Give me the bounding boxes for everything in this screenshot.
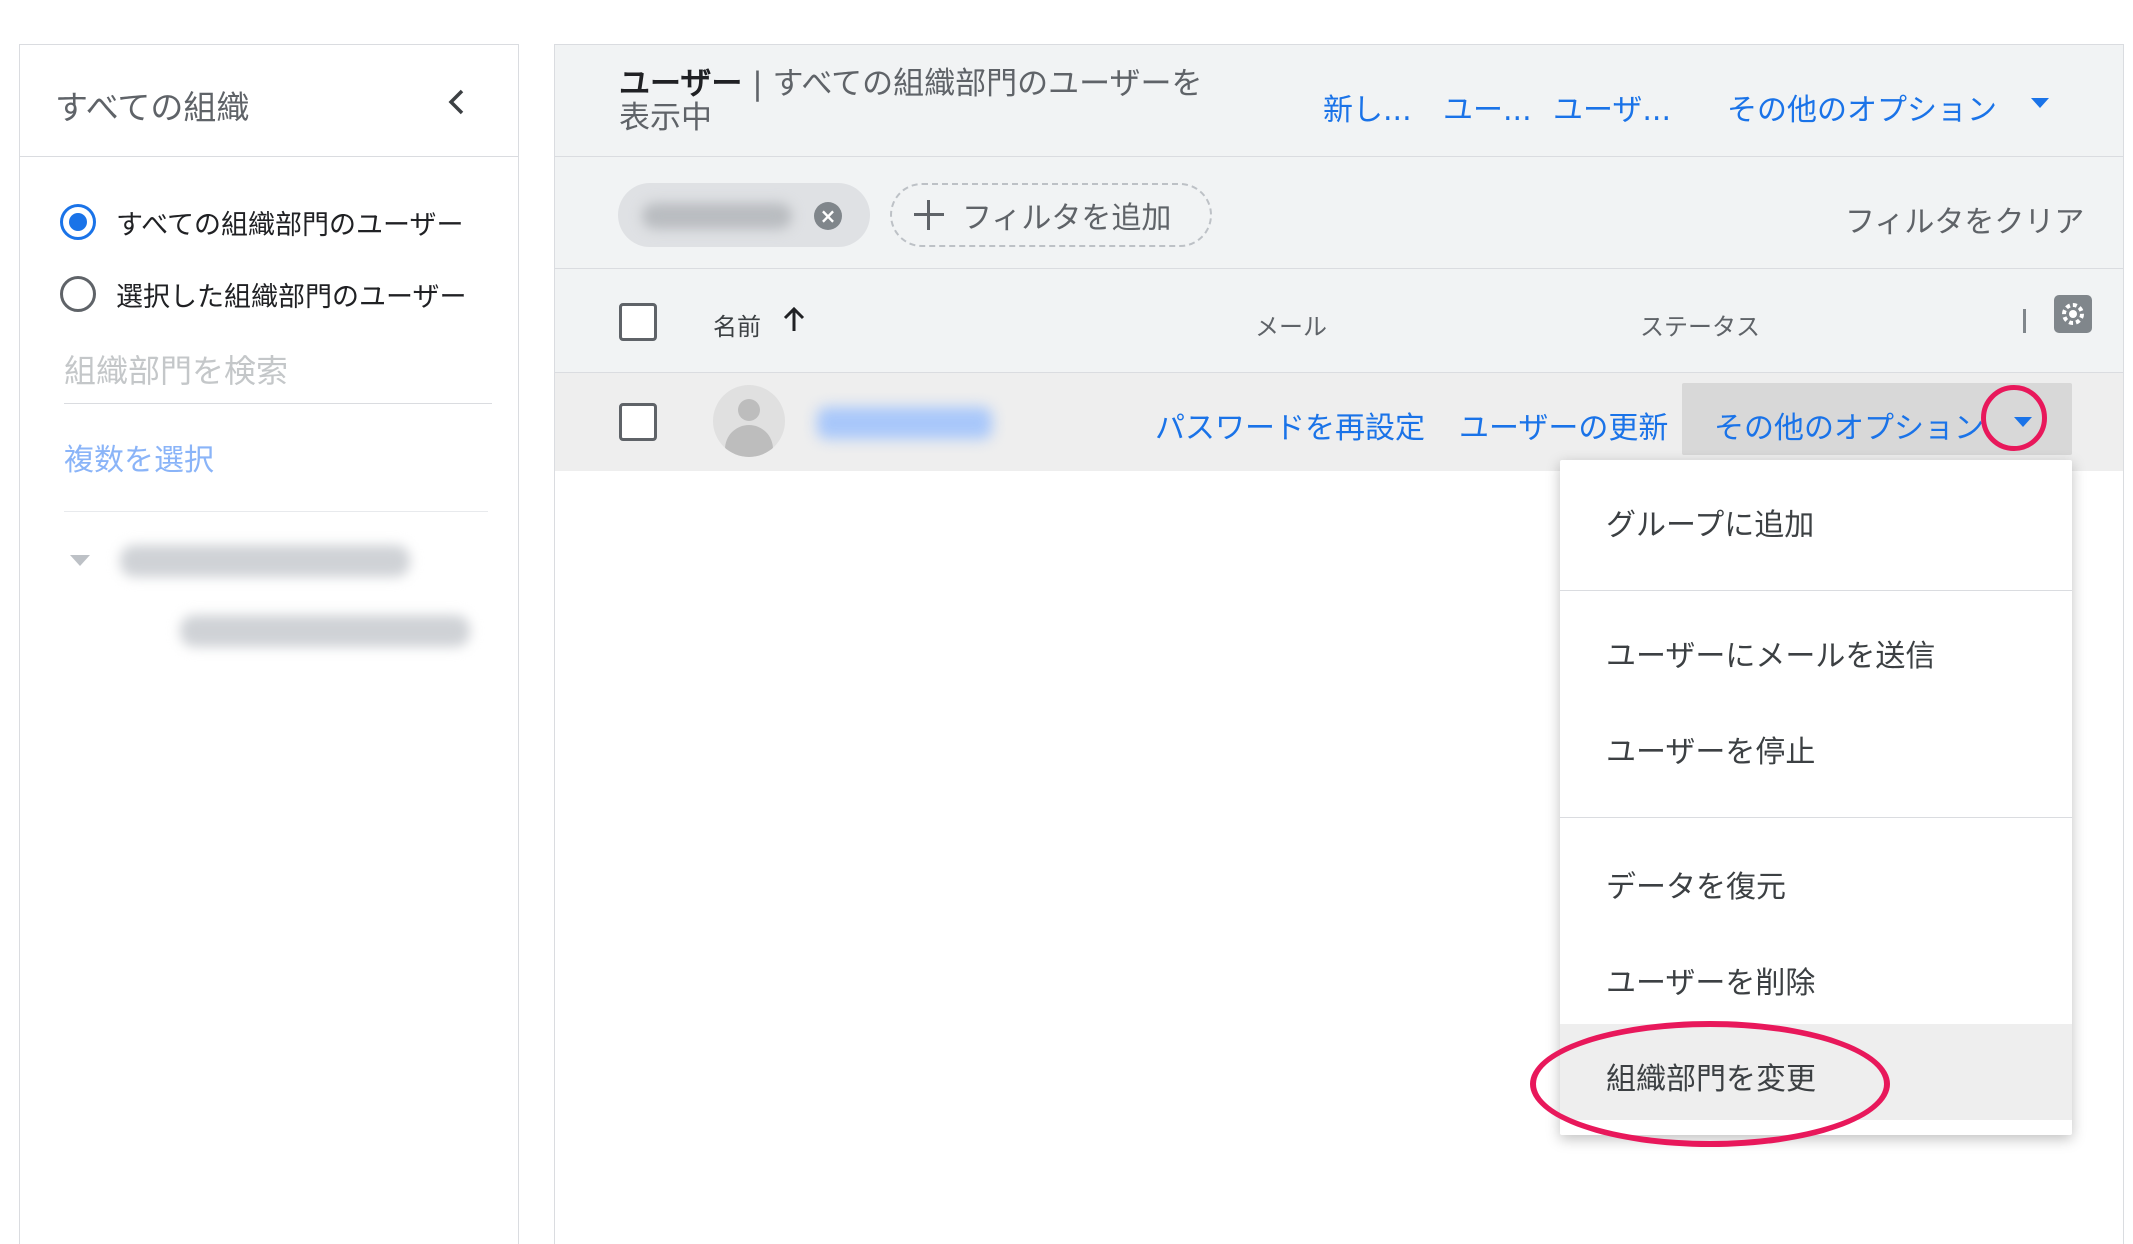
more-options-menu: グループに追加 ユーザーにメールを送信 ユーザーを停止 データを復元 ユーザーを… (1560, 460, 2072, 1135)
filter-bar: × フィルタを追加 フィルタをクリア (555, 157, 2123, 269)
filter-chip-label-redacted (642, 203, 792, 229)
org-search-input[interactable] (64, 345, 492, 404)
avatar-body (725, 425, 773, 457)
menu-item-label: データを復元 (1606, 870, 1786, 905)
gear-icon[interactable] (2054, 295, 2092, 333)
add-new-user-link[interactable]: 新し... (1323, 85, 1412, 129)
radio-button-selected[interactable] (60, 276, 96, 312)
select-all-checkbox[interactable] (619, 303, 657, 341)
user-name-redacted[interactable] (817, 407, 992, 439)
menu-divider (1560, 590, 2072, 591)
chevron-left-icon[interactable] (440, 85, 474, 119)
column-header-email[interactable]: メール (1255, 307, 1327, 342)
multi-select-link[interactable]: 複数を選択 (64, 435, 214, 479)
row-more-options-button[interactable]: その他のオプション (1682, 383, 2072, 455)
menu-item-suspend-user[interactable]: ユーザーを停止 (1560, 697, 2072, 793)
plus-icon (914, 200, 944, 230)
add-filter-label: フィルタを追加 (962, 201, 1172, 236)
menu-item-label: 組織部門を変更 (1606, 1062, 1816, 1097)
org-tree-root-redacted[interactable] (120, 545, 410, 577)
clear-filters-link[interactable]: フィルタをクリア (1845, 197, 2084, 241)
org-tree-child-redacted[interactable] (180, 615, 470, 647)
menu-item-label: ユーザーを削除 (1606, 966, 1816, 1001)
close-icon[interactable]: × (814, 202, 842, 230)
menu-item-send-email[interactable]: ユーザーにメールを送信 (1560, 601, 2072, 697)
users-header: ユーザー | すべての組織部門のユーザーを表示中 新し... ユー... ユーザ… (555, 45, 2123, 157)
arrow-up-icon[interactable] (779, 305, 809, 335)
scope-option-selected[interactable]: 選択した組織部門のユーザー (60, 271, 466, 317)
avatar-head (738, 399, 760, 421)
add-filter-button[interactable]: フィルタを追加 (890, 183, 1212, 247)
org-sidebar-title: すべての組織 (55, 88, 250, 127)
header-user-link-1[interactable]: ユー... (1443, 85, 1532, 129)
menu-item-delete-user[interactable]: ユーザーを削除 (1560, 928, 2072, 1024)
row-more-options-label: その他のオプション (1714, 411, 1984, 446)
menu-item-change-org-unit[interactable]: 組織部門を変更 (1560, 1024, 2072, 1120)
menu-item-restore-data[interactable]: データを復元 (1560, 832, 2072, 928)
menu-item-add-to-group[interactable]: グループに追加 (1560, 470, 2072, 566)
scope-option-all[interactable]: すべての組織部門のユーザー (60, 199, 464, 245)
reset-password-link[interactable]: パスワードを再設定 (1155, 403, 1425, 447)
scope-option-selected-label: 選択した組織部門のユーザー (116, 281, 467, 313)
column-resize-icon[interactable] (2023, 309, 2032, 333)
menu-item-label: ユーザーを停止 (1606, 735, 1816, 770)
filter-chip[interactable]: × (618, 183, 870, 247)
org-sidebar-header: すべての組織 (20, 45, 518, 157)
page-title-strong: ユーザー (619, 66, 743, 102)
menu-divider (1560, 817, 2072, 818)
page-title: ユーザー | すべての組織部門のユーザーを表示中 (619, 67, 1219, 135)
table-header: 名前 メール ステータス (555, 269, 2123, 373)
caret-down-icon[interactable] (2014, 417, 2032, 427)
header-user-link-2[interactable]: ユーザ... (1553, 85, 1671, 129)
caret-down-icon[interactable] (2031, 98, 2049, 108)
radio-button-all[interactable] (60, 204, 96, 240)
row-checkbox[interactable] (619, 403, 657, 441)
tree-expand-icon[interactable] (70, 555, 90, 566)
sidebar-divider (64, 511, 488, 512)
menu-item-label: グループに追加 (1606, 508, 1815, 543)
menu-item-label: ユーザーにメールを送信 (1606, 639, 1936, 674)
column-header-status[interactable]: ステータス (1640, 307, 1760, 342)
update-user-link[interactable]: ユーザーの更新 (1459, 403, 1668, 447)
avatar (713, 385, 785, 457)
scope-option-all-label: すべての組織部門のユーザー (116, 209, 464, 241)
org-sidebar: すべての組織 すべての組織部門のユーザー 選択した組織部門のユーザー 複数を選択 (19, 44, 519, 1244)
table-row[interactable]: パスワードを再設定 ユーザーの更新 その他のオプション (555, 373, 2123, 471)
column-header-name[interactable]: 名前 (713, 307, 761, 342)
header-more-options[interactable]: その他のオプション (1727, 85, 1997, 129)
